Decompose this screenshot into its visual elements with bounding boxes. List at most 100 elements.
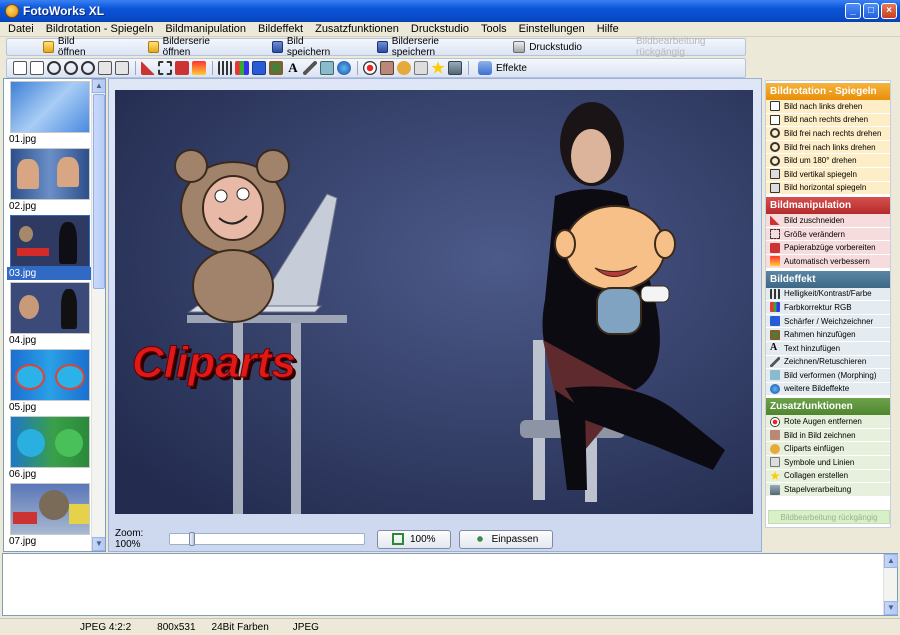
task-rotate-right[interactable]: Bild nach rechts drehen bbox=[766, 113, 890, 128]
resize-icon[interactable] bbox=[158, 61, 172, 75]
task-crop[interactable]: Bild zuschneiden bbox=[766, 214, 890, 228]
task-brightness[interactable]: Helligkeit/Kontrast/Farbe bbox=[766, 287, 890, 302]
section-effect-title[interactable]: Bildeffekt bbox=[766, 270, 890, 288]
frame-icon[interactable] bbox=[269, 61, 283, 75]
sharpen-blur-icon bbox=[770, 316, 780, 327]
rotate-free-left-icon[interactable] bbox=[64, 61, 78, 75]
brightness-contrast-icon[interactable] bbox=[218, 61, 232, 75]
close-button[interactable]: × bbox=[881, 3, 897, 19]
minimize-button[interactable]: _ bbox=[845, 3, 861, 19]
thumbnail-item[interactable]: 02.jpg bbox=[7, 148, 93, 213]
thumbnail-item[interactable]: 04.jpg bbox=[7, 282, 93, 347]
task-text[interactable]: A Text hinzufügen bbox=[766, 341, 890, 356]
thumbnail-item[interactable]: 06.jpg bbox=[7, 416, 93, 481]
task-rotate-free-right[interactable]: Bild frei nach rechts drehen bbox=[766, 127, 890, 141]
undo-edit-button[interactable]: Bildbearbeitung rückgängig bbox=[636, 36, 745, 58]
symbols-icon[interactable] bbox=[414, 61, 428, 75]
flip-vertical-icon[interactable] bbox=[98, 61, 112, 75]
task-more-effects[interactable]: weitere Bildeffekte bbox=[766, 382, 890, 397]
menu-einstellungen[interactable]: Einstellungen bbox=[515, 23, 593, 35]
cliparts-icon[interactable] bbox=[397, 61, 411, 75]
rotate-free-right-icon[interactable] bbox=[47, 61, 61, 75]
morph-icon[interactable] bbox=[320, 61, 334, 75]
thumbnail-scrollbar[interactable]: ▲ ▼ bbox=[91, 79, 105, 551]
rotate-180-icon[interactable] bbox=[81, 61, 95, 75]
sharpen-blur-icon[interactable] bbox=[252, 61, 266, 75]
picture-in-picture-icon bbox=[770, 430, 780, 441]
scroll-down-icon[interactable]: ▼ bbox=[884, 601, 898, 615]
batch-icon[interactable] bbox=[448, 61, 462, 75]
task-auto-enhance[interactable]: Automatisch verbessern bbox=[766, 254, 890, 269]
collage-icon[interactable] bbox=[431, 61, 445, 74]
section-rotation-title[interactable]: Bildrotation - Spiegeln bbox=[766, 83, 890, 100]
task-rotate-180[interactable]: Bild um 180° drehen bbox=[766, 154, 890, 168]
red-eye-icon[interactable] bbox=[363, 61, 377, 75]
thumbnail-item[interactable]: 05.jpg bbox=[7, 349, 93, 414]
menu-zusatzfunktionen[interactable]: Zusatzfunktionen bbox=[311, 23, 407, 35]
menu-bildeffekt[interactable]: Bildeffekt bbox=[254, 23, 311, 35]
thumbnail-item[interactable]: 01.jpg bbox=[7, 81, 93, 146]
effects-button[interactable]: Effekte bbox=[478, 61, 527, 75]
draw-retouch-icon[interactable] bbox=[303, 61, 317, 75]
scroll-up-icon[interactable]: ▲ bbox=[92, 79, 105, 93]
zoom-100-button[interactable]: 100% bbox=[377, 529, 451, 549]
open-image-button[interactable]: Bild öffnen bbox=[43, 36, 100, 58]
thumbnail-list[interactable]: 01.jpg 02.jpg 03.jpg 04.jpg 05.jpg 06.jp… bbox=[3, 78, 106, 552]
rotate-left-icon[interactable] bbox=[13, 61, 27, 75]
panel-undo-button[interactable]: Bildbearbeitung rückgängig bbox=[768, 510, 890, 524]
task-flip-vertical[interactable]: Bild vertikal spiegeln bbox=[766, 167, 890, 182]
text-icon: A bbox=[770, 342, 778, 354]
more-effects-icon[interactable] bbox=[337, 61, 351, 75]
info-scrollbar[interactable]: ▲ ▼ bbox=[883, 554, 898, 615]
task-picture-in-picture[interactable]: Bild in Bild zeichnen bbox=[766, 428, 890, 443]
task-frame[interactable]: Rahmen hinzufügen bbox=[766, 328, 890, 342]
menu-hilfe[interactable]: Hilfe bbox=[593, 23, 627, 35]
maximize-button[interactable]: □ bbox=[863, 3, 879, 19]
scroll-up-icon[interactable]: ▲ bbox=[884, 554, 898, 568]
scroll-down-icon[interactable]: ▼ bbox=[92, 537, 105, 551]
section-extras-title[interactable]: Zusatzfunktionen bbox=[766, 398, 890, 416]
print-studio-button[interactable]: Druckstudio bbox=[513, 39, 582, 55]
task-rotate-free-left[interactable]: Bild frei nach links drehen bbox=[766, 140, 890, 155]
save-image-button[interactable]: Bild speichern bbox=[271, 36, 343, 58]
save-series-button[interactable]: Bilderserie speichern bbox=[376, 36, 475, 58]
text-icon[interactable]: A bbox=[286, 61, 300, 75]
fit-button[interactable]: Einpassen bbox=[458, 529, 554, 549]
rgb-correction-icon bbox=[770, 302, 780, 313]
thumbnail-item[interactable]: 07.jpg bbox=[7, 483, 93, 548]
task-draw[interactable]: Zeichnen/Retuschieren bbox=[766, 355, 890, 370]
menu-datei[interactable]: Datei bbox=[4, 23, 42, 35]
task-rgb[interactable]: Farbkorrektur RGB bbox=[766, 301, 890, 315]
menu-bildrotation[interactable]: Bildrotation - Spiegeln bbox=[42, 23, 162, 35]
zoom-slider-handle[interactable] bbox=[189, 532, 195, 546]
auto-enhance-icon[interactable] bbox=[192, 61, 206, 75]
task-batch[interactable]: Stapelverarbeitung bbox=[766, 483, 890, 497]
task-resize[interactable]: Größe verändern bbox=[766, 227, 890, 242]
task-flip-horizontal[interactable]: Bild horizontal spiegeln bbox=[766, 181, 890, 196]
task-collage[interactable]: Collagen erstellen bbox=[766, 469, 890, 484]
print-prep-icon[interactable] bbox=[175, 61, 189, 75]
task-print-prep[interactable]: Papierabzüge vorbereiten bbox=[766, 241, 890, 255]
picture-in-picture-icon[interactable] bbox=[380, 61, 394, 75]
task-morph[interactable]: Bild verformen (Morphing) bbox=[766, 369, 890, 383]
thumbnail-item-selected[interactable]: 03.jpg bbox=[7, 215, 93, 280]
zoom-slider[interactable] bbox=[169, 532, 365, 546]
open-series-button[interactable]: Bilderserie öffnen bbox=[147, 36, 232, 58]
rgb-correction-icon[interactable] bbox=[235, 61, 249, 75]
info-area[interactable]: ▲ ▼ bbox=[2, 553, 898, 616]
scroll-thumb[interactable] bbox=[93, 94, 105, 289]
task-symbols[interactable]: Symbole und Linien bbox=[766, 456, 890, 470]
image-canvas[interactable]: Cliparts Cliparts bbox=[115, 90, 753, 514]
flip-horizontal-icon[interactable] bbox=[115, 61, 129, 75]
crop-icon[interactable] bbox=[141, 61, 155, 75]
title-bar[interactable]: FotoWorks XL _ □ × bbox=[0, 0, 900, 22]
task-rotate-left[interactable]: Bild nach links drehen bbox=[766, 100, 890, 114]
section-manipulation-title[interactable]: Bildmanipulation bbox=[766, 197, 890, 215]
menu-druckstudio[interactable]: Druckstudio bbox=[407, 23, 477, 35]
menu-tools[interactable]: Tools bbox=[477, 23, 515, 35]
menu-bildmanipulation[interactable]: Bildmanipulation bbox=[161, 23, 254, 35]
rotate-right-icon[interactable] bbox=[30, 61, 44, 75]
task-cliparts[interactable]: Cliparts einfügen bbox=[766, 442, 890, 457]
task-sharpen[interactable]: Schärfer / Weichzeichner bbox=[766, 314, 890, 329]
task-red-eye[interactable]: Rote Augen entfernen bbox=[766, 415, 890, 429]
